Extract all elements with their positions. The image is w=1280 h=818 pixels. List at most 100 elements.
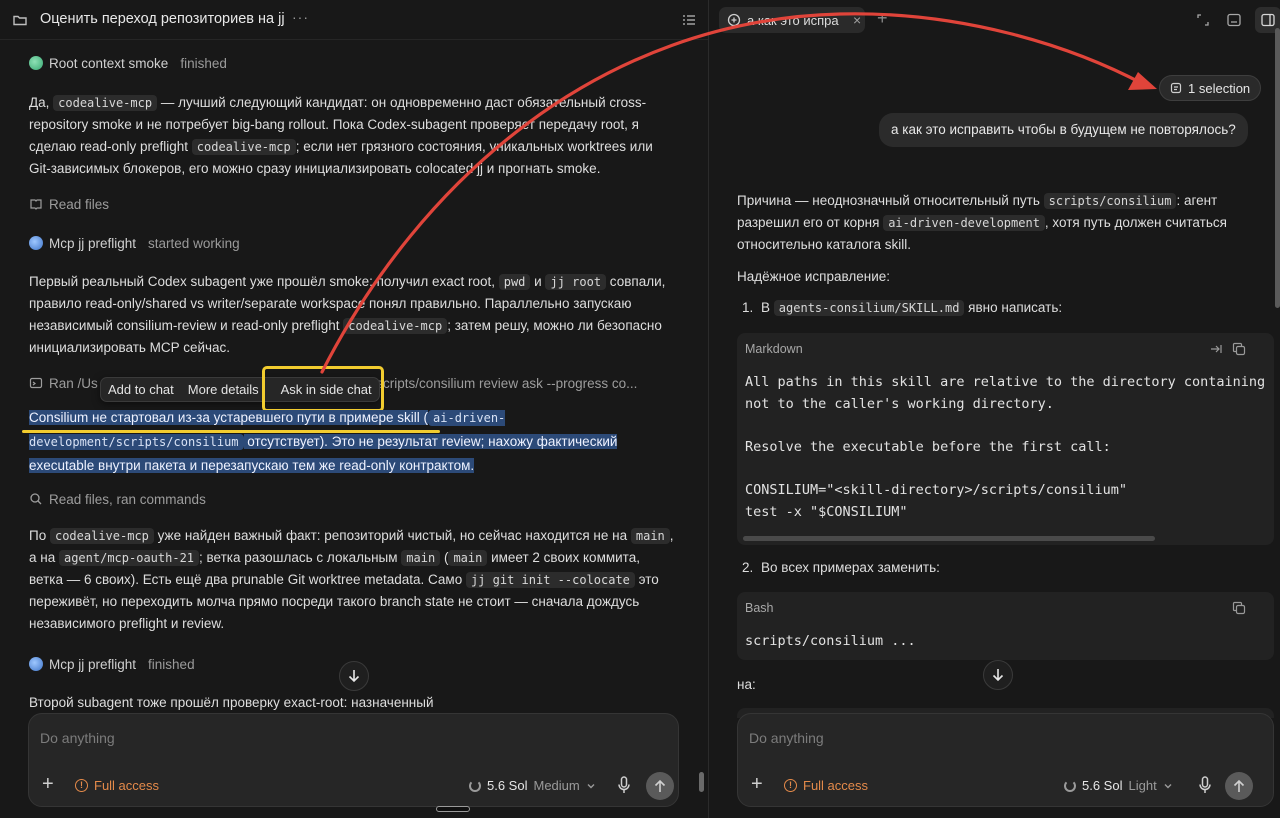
side-composer: Do anything + ! Full access 5.6 Sol Ligh… [737, 713, 1274, 807]
main-chat-pane: Оценить переход репозиториев на jj ··· R… [0, 0, 708, 818]
code-content: scripts/consilium ... [745, 633, 916, 649]
agent-state: finished [180, 55, 227, 71]
selection-chip[interactable]: 1 selection [1159, 75, 1262, 101]
assistant-paragraph: Второй subagent тоже прошёл проверку exa… [29, 695, 434, 710]
subagent-status-mcp-preflight[interactable]: Mcp jj preflight started working [29, 233, 240, 253]
model-selector[interactable]: 5.6 Sol Light [1064, 778, 1173, 793]
tab-title: а как это испра [747, 12, 839, 28]
inline-code: agents-consilium/SKILL.md [773, 300, 965, 316]
side-chat-pane: а как это испра × + 1 selection а как эт… [708, 0, 1280, 818]
assistant-paragraph: на: [737, 677, 756, 692]
search-icon [30, 493, 42, 505]
text: Да, [29, 95, 54, 110]
inline-code: main [448, 550, 488, 566]
selected-paragraph: Consilium не стартовал из-за устаревшего… [29, 406, 674, 477]
microphone-icon[interactable] [618, 776, 630, 794]
expand-icon[interactable] [1194, 11, 1212, 29]
subagent-status-root-context[interactable]: Root context smoke finished [29, 53, 227, 73]
side-chat-tab[interactable]: а как это испра × [719, 7, 865, 33]
spinner-icon [469, 779, 481, 792]
terminal-panel-icon[interactable] [1225, 11, 1243, 29]
inline-code: jj root [545, 274, 607, 290]
copy-icon[interactable] [1232, 601, 1246, 615]
model-selector[interactable]: 5.6 Sol Medium [469, 778, 596, 793]
selected-text: Consilium не стартовал из-за устаревшего… [29, 410, 429, 425]
access-mode-label: Full access [803, 778, 869, 793]
composer-input[interactable]: Do anything [40, 730, 115, 746]
agent-globe-icon [29, 236, 43, 250]
code-block-bash: Bash scripts/consilium ... [737, 592, 1274, 660]
annotation-underline [22, 430, 440, 433]
assistant-paragraph: Первый реальный Codex subagent уже прошё… [29, 271, 674, 359]
access-mode-button[interactable]: ! Full access [75, 778, 159, 793]
send-button[interactable] [1225, 772, 1253, 800]
text: Причина — неоднозначный относительный пу… [737, 193, 1044, 208]
arrow-down-icon [348, 670, 360, 683]
text: В [761, 300, 774, 315]
agent-name: Mcp jj preflight [49, 656, 137, 672]
warning-icon: ! [75, 779, 88, 792]
code-content: All paths in this skill are relative to … [745, 374, 1266, 520]
send-button[interactable] [646, 772, 674, 800]
scrollbar[interactable] [699, 772, 704, 792]
tool-call-read-files-ran-commands[interactable]: Read files, ran commands [29, 489, 206, 509]
reasoning-effort: Medium [533, 778, 580, 793]
warning-icon: ! [784, 779, 797, 792]
list-item: 2. Во всех примерах заменить: [742, 557, 1272, 579]
inline-code: agent/mcp-oauth-21 [58, 550, 200, 566]
more-details-button[interactable]: More details [181, 377, 266, 402]
tool-call-label: Read files, ran commands [49, 491, 206, 507]
access-mode-label: Full access [94, 778, 160, 793]
inline-code: main [401, 550, 441, 566]
spinner-icon [1064, 779, 1076, 792]
composer: Do anything + ! Full access 5.6 Sol Medi… [28, 713, 679, 807]
inline-code: codealive-mcp [49, 528, 154, 544]
code-language-label: Markdown [745, 342, 803, 356]
inline-code: jj git init --colocate [465, 572, 635, 588]
text: Первый реальный Codex subagent уже прошё… [29, 274, 499, 289]
tool-call-read-files[interactable]: Read files [29, 194, 109, 214]
side-composer-input[interactable]: Do anything [749, 730, 824, 746]
inline-code: scripts/consilium [1043, 193, 1177, 209]
code-horizontal-scrollbar[interactable] [743, 536, 1155, 541]
agent-name: Mcp jj preflight [49, 235, 137, 251]
text: Во всех примерах заменить: [761, 560, 940, 575]
scroll-to-bottom-button[interactable] [339, 661, 369, 691]
selection-count: 1 selection [1188, 80, 1251, 96]
window-resize-handle[interactable] [436, 806, 470, 812]
add-tab-button[interactable]: + [877, 8, 888, 29]
attach-plus-button[interactable]: + [42, 774, 54, 794]
outline-list-icon[interactable] [681, 12, 697, 28]
tool-call-label: Read files [49, 196, 110, 212]
model-name: 5.6 Sol [1082, 778, 1123, 793]
access-mode-button[interactable]: ! Full access [784, 778, 868, 793]
thread-header: Оценить переход репозиториев на jj ··· [0, 0, 708, 40]
inline-code: codealive-mcp [191, 139, 296, 155]
chevron-down-icon [587, 783, 595, 788]
attach-plus-button[interactable]: + [751, 774, 763, 794]
subagent-status-mcp-preflight-finished[interactable]: Mcp jj preflight finished [29, 654, 195, 674]
thread-more-button[interactable]: ··· [292, 9, 309, 25]
list-number: 1. [742, 300, 754, 315]
folder-icon[interactable] [12, 12, 28, 28]
scrollbar[interactable] [1275, 28, 1280, 308]
user-message: а как это исправить чтобы в будущем не п… [879, 113, 1248, 147]
wrap-icon[interactable] [1209, 342, 1223, 356]
add-to-chat-button[interactable]: Add to chat [101, 377, 181, 402]
sidebar-icon [1261, 13, 1275, 27]
agent-state: started working [148, 235, 240, 251]
code-block-markdown: Markdown All paths in this skill are rel… [737, 333, 1274, 545]
reasoning-effort: Light [1128, 778, 1157, 793]
text: и [530, 274, 546, 289]
tab-close-button[interactable]: × [853, 12, 861, 28]
inline-code: codealive-mcp [343, 318, 448, 334]
assistant-paragraph: Надёжное исправление: [737, 269, 891, 284]
microphone-icon[interactable] [1199, 776, 1211, 794]
inline-code: codealive-mcp [53, 95, 158, 111]
arrow-up-icon [1233, 779, 1245, 792]
thread-title: Оценить переход репозиториев на jj [40, 11, 285, 27]
inline-code: ai-driven-development [883, 215, 1045, 231]
copy-icon[interactable] [1232, 342, 1246, 356]
assistant-paragraph: Да, codealive-mcp — лучший следующий кан… [29, 92, 674, 180]
inline-code: pwd [498, 274, 531, 290]
